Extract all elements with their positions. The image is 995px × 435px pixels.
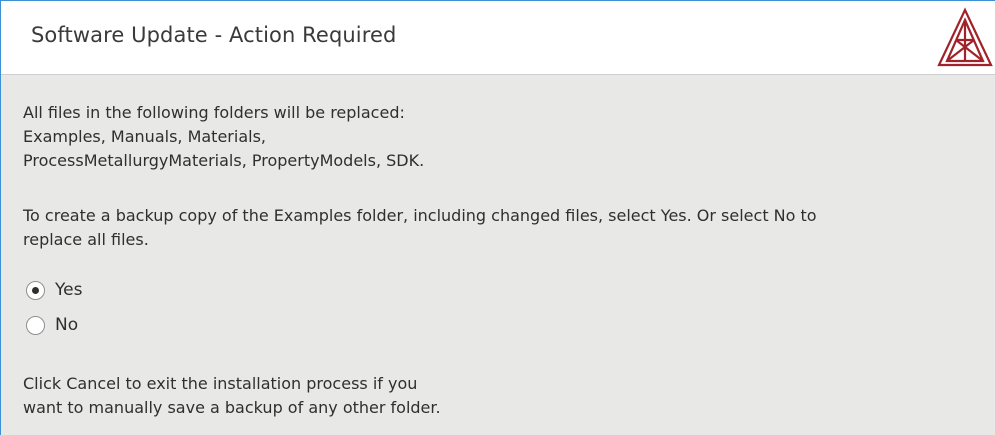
replaced-folders-text: All files in the following folders will …	[23, 101, 983, 173]
radio-option-no[interactable]: No	[26, 313, 78, 337]
radio-option-yes[interactable]: Yes	[26, 278, 82, 302]
text-line: To create a backup copy of the Examples …	[23, 206, 817, 225]
radio-button-no[interactable]	[26, 315, 45, 335]
header-banner: Software Update - Action Required	[1, 1, 995, 75]
cancel-instructions-text: Click Cancel to exit the installation pr…	[23, 372, 983, 420]
radio-selected-dot	[32, 286, 39, 294]
page-title: Software Update - Action Required	[31, 23, 397, 47]
text-line: Click Cancel to exit the installation pr…	[23, 374, 418, 393]
text-line: Examples, Manuals, Materials,	[23, 127, 266, 146]
text-line: replace all files.	[23, 230, 149, 249]
text-line: All files in the following folders will …	[23, 103, 405, 122]
radio-button-yes[interactable]	[26, 280, 45, 300]
triangle-logo-icon	[937, 7, 993, 67]
backup-instructions-text: To create a backup copy of the Examples …	[23, 204, 983, 252]
text-line: ProcessMetallurgyMaterials, PropertyMode…	[23, 151, 425, 170]
radio-label-yes[interactable]: Yes	[55, 278, 82, 302]
radio-label-no[interactable]: No	[55, 313, 78, 337]
installer-window: Software Update - Action Required All fi…	[0, 0, 995, 435]
text-line: want to manually save a backup of any ot…	[23, 398, 441, 417]
